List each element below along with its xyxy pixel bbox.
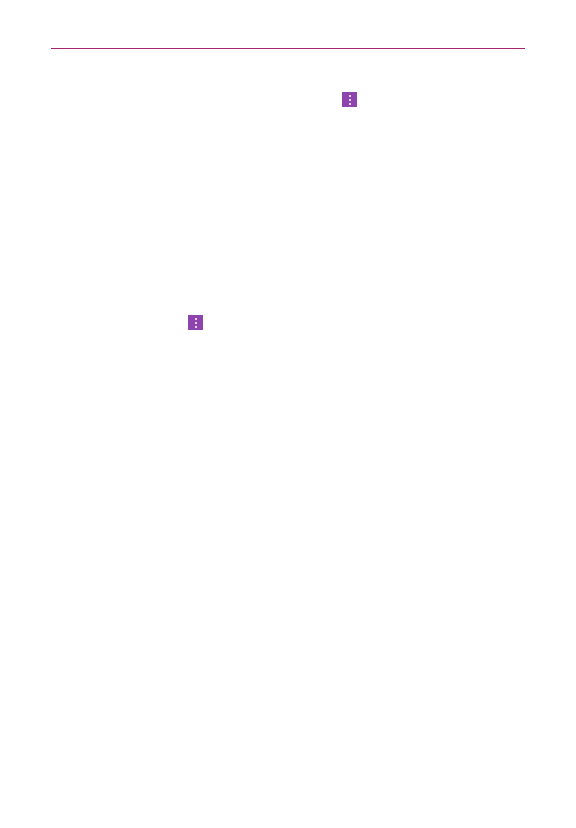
menu-dot — [194, 321, 197, 324]
more-options-icon — [188, 315, 203, 330]
menu-dot — [194, 317, 197, 320]
menu-dot — [348, 98, 351, 101]
menu-dot — [348, 102, 351, 105]
menu-dot — [194, 325, 197, 328]
menu-dot — [348, 94, 351, 97]
more-options-icon — [342, 92, 357, 107]
header-divider — [51, 48, 525, 49]
